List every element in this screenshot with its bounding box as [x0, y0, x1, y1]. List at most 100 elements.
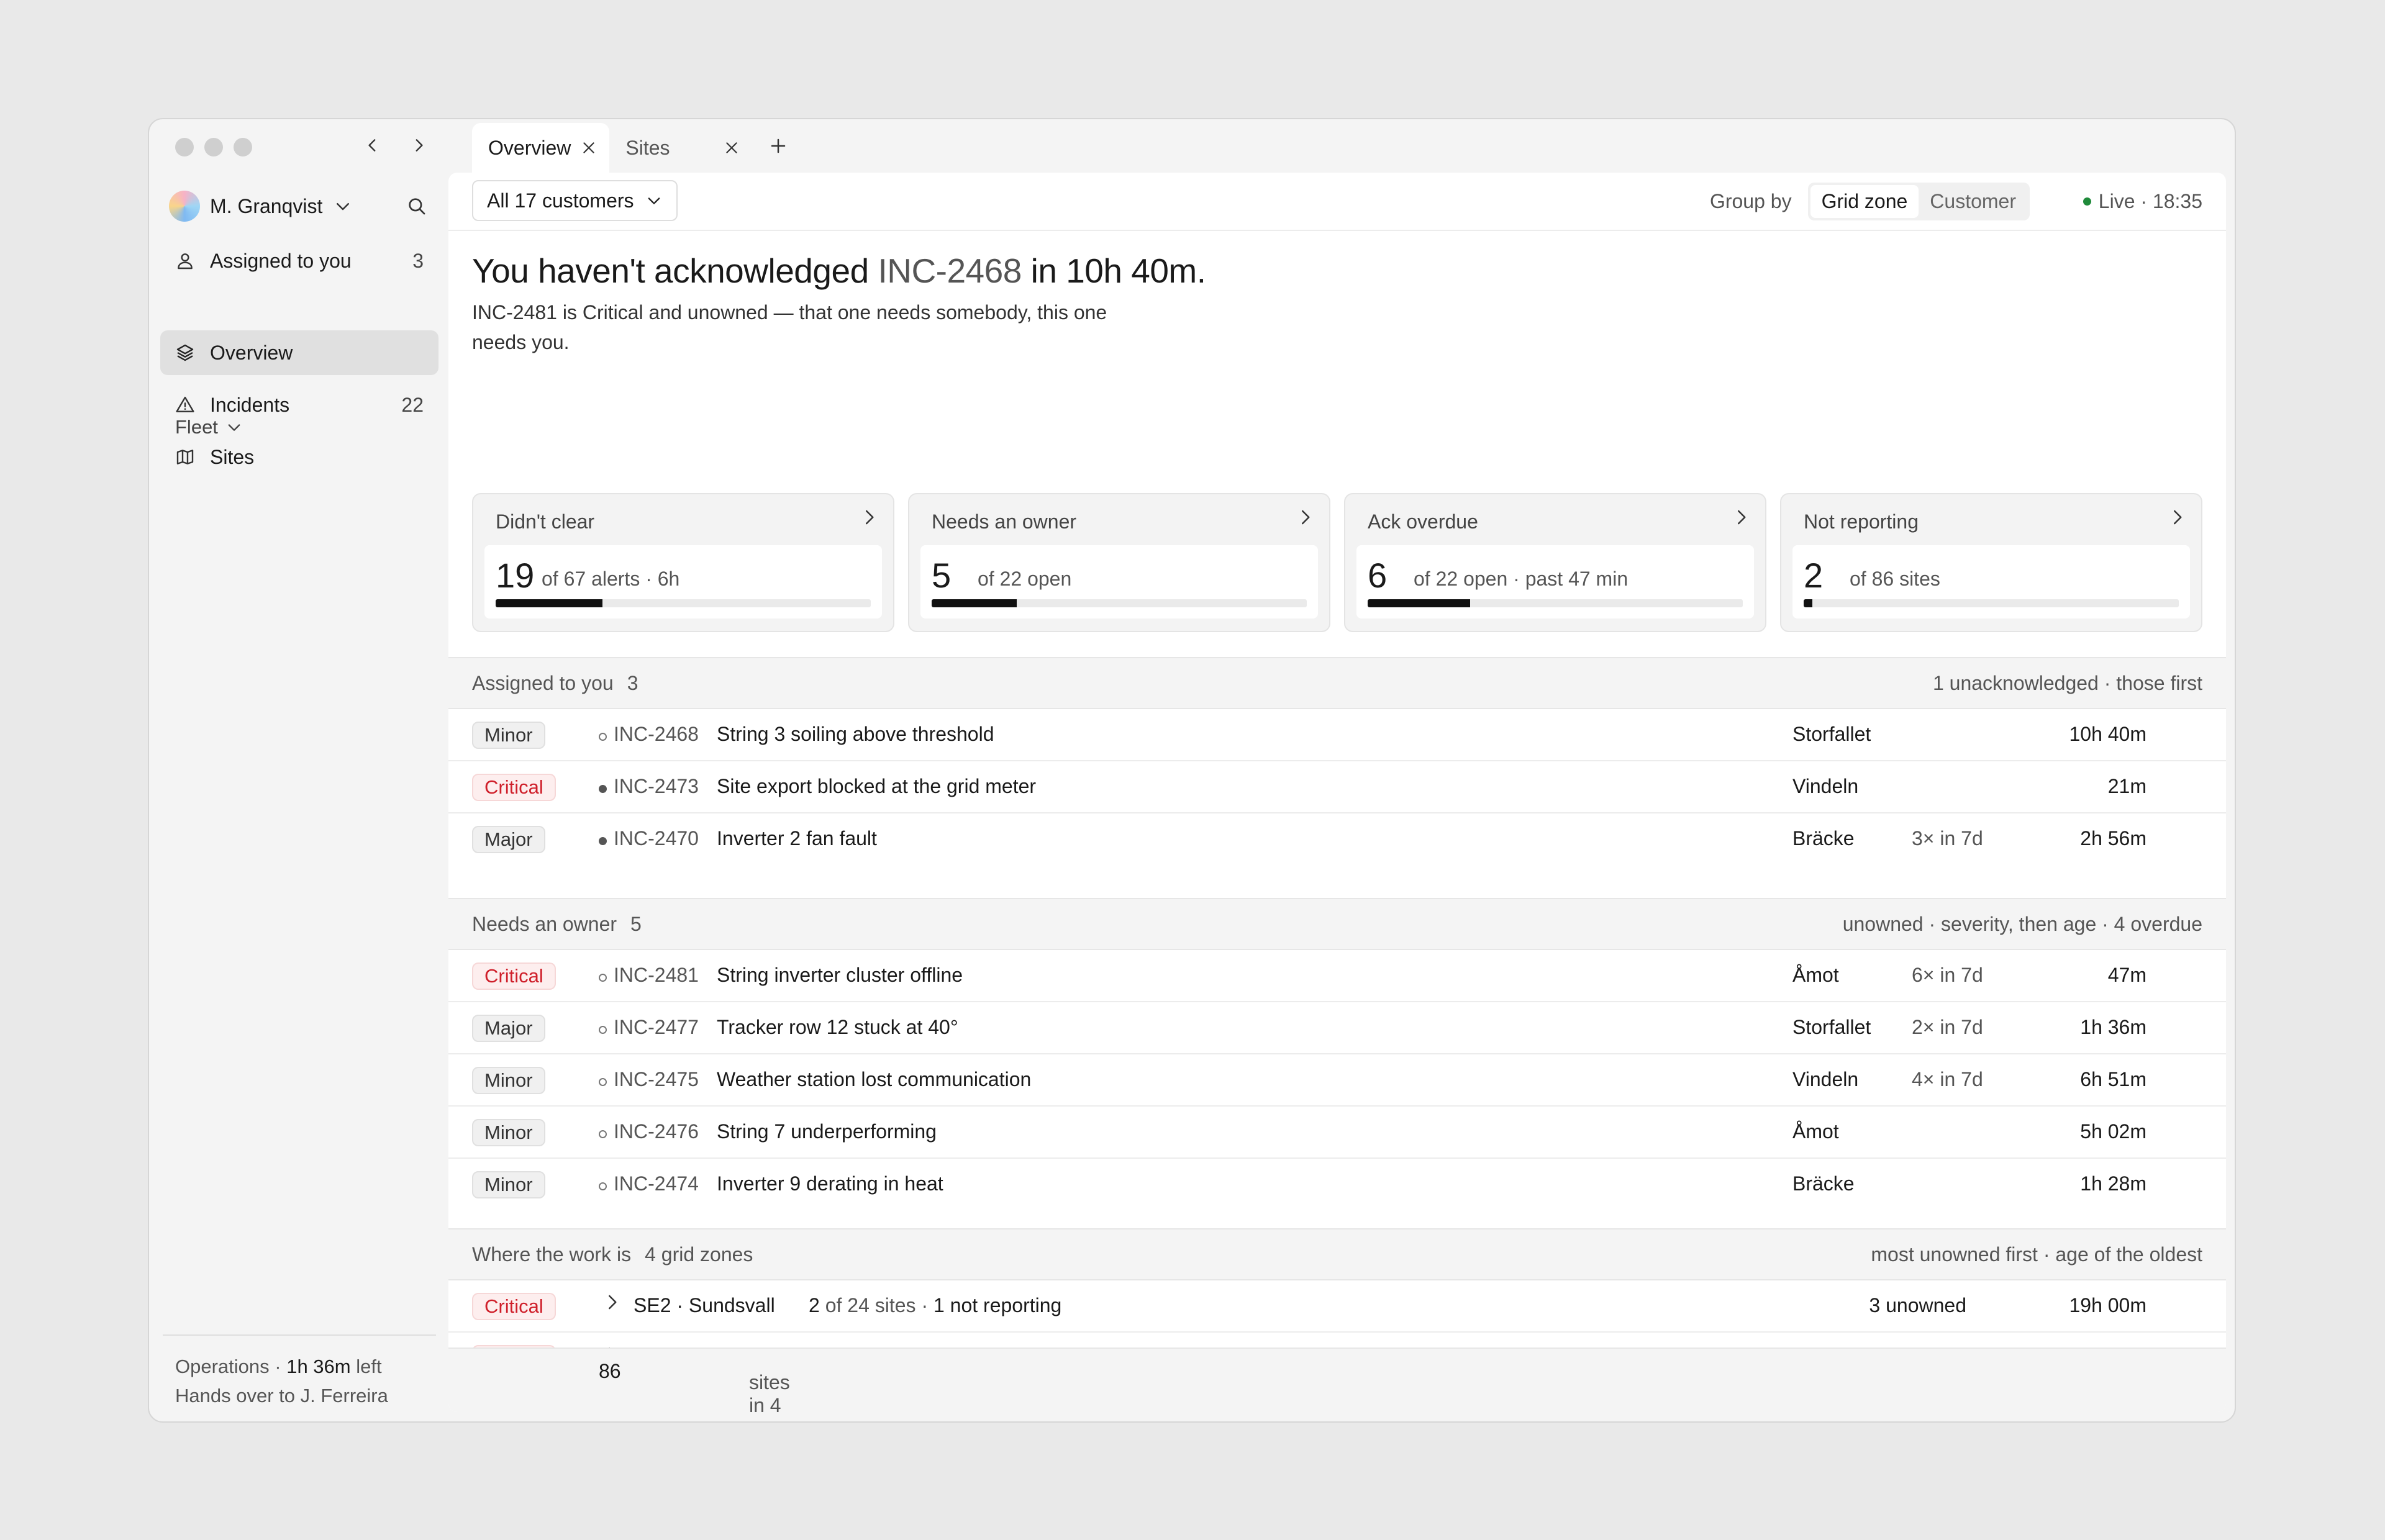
headline-incident-link[interactable]: INC-2468: [878, 251, 1022, 290]
section-count: 3: [627, 671, 638, 694]
sidebar-item-overview[interactable]: Overview: [160, 330, 438, 375]
app-window: M. Granqvist Assigned to you 3 Fleet Ove…: [148, 118, 2236, 1423]
window-controls: [175, 138, 252, 156]
incident-row[interactable]: Major INC-2477 Tracker row 12 stuck at 40°…: [448, 1002, 2226, 1054]
layers-icon: [176, 344, 194, 361]
sidebar-item-label: Assigned to you: [210, 249, 352, 272]
incident-frequency: 2× in 7d: [1912, 1016, 1983, 1038]
assigned-section: Assigned to you 3 1 unacknowledged · tho…: [448, 657, 2226, 866]
summary-card[interactable]: Needs an owner 5 of 22 open: [908, 493, 1330, 632]
card-title: Not reporting: [1804, 510, 1919, 533]
card-body: 2 of 86 sites: [1792, 545, 2190, 618]
live-status: Live · 18:35: [2083, 190, 2202, 213]
main-panel: All 17 customers Group by Grid zone Cust…: [448, 173, 2226, 1412]
forward-button[interactable]: [405, 132, 432, 159]
incident-age: 5h 02m: [2080, 1120, 2146, 1143]
chevron-right-icon: [2174, 510, 2182, 525]
tab-overview[interactable]: Overview: [472, 123, 610, 173]
severity-badge: Minor: [472, 1067, 545, 1094]
incident-title: String inverter cluster offline: [717, 964, 963, 986]
incident-id: INC-2470: [614, 827, 699, 849]
group-option-customer[interactable]: Customer: [1919, 185, 2027, 218]
incident-row[interactable]: Critical INC-2481 String inverter cluster …: [448, 950, 2226, 1002]
page-title: You haven't acknowledged INC-2468 in 10h…: [472, 251, 1206, 291]
zoom-window-button[interactable]: [234, 138, 252, 156]
section-note: most unowned first · age of the oldest: [1871, 1243, 2202, 1266]
search-icon[interactable]: [406, 196, 427, 217]
chevron-right-icon: [866, 510, 874, 525]
history-nav: [359, 132, 432, 159]
incident-row[interactable]: Major INC-2470 Inverter 2 fan fault Bräcke 3…: [448, 813, 2226, 866]
summary-card[interactable]: Ack overdue 6 of 22 open · past 47 min: [1344, 493, 1766, 632]
severity-badge: Major: [472, 826, 545, 853]
incident-row[interactable]: Critical INC-2473 Site export blocked at t…: [448, 761, 2226, 813]
sidebar-item-sites[interactable]: Sites: [160, 435, 438, 479]
section-count: 4 grid zones: [645, 1243, 753, 1266]
card-value: 19: [496, 556, 535, 595]
summary-cards: Didn't clear 19 of 67 alerts · 6h Needs an …: [472, 493, 2202, 632]
subtitle-text: is Critical and unowned — that one needs…: [472, 301, 1107, 353]
customer-filter[interactable]: All 17 customers: [472, 180, 678, 221]
ack-status-icon: [599, 1026, 607, 1034]
live-dot-icon: [2083, 197, 2091, 206]
headline-text-end: in 10h 40m.: [1021, 251, 1206, 290]
zones-footer: 86 sites in 4 zones: [448, 1348, 2226, 1412]
card-progress-bar: [496, 599, 871, 607]
sidebar-item-label: Overview: [210, 341, 293, 364]
card-value: 2: [1804, 556, 1824, 595]
ack-status-icon: [599, 837, 607, 845]
subtitle-incident-link[interactable]: INC-2481: [472, 301, 557, 324]
incident-age: 1h 28m: [2080, 1172, 2146, 1195]
incident-title: Inverter 9 derating in heat: [717, 1172, 943, 1195]
incident-title: String 7 underperforming: [717, 1120, 937, 1143]
incident-site: Vindeln: [1792, 775, 1859, 797]
incident-row[interactable]: Minor INC-2476 String 7 underperforming Åmo…: [448, 1107, 2226, 1159]
close-icon[interactable]: [581, 140, 597, 156]
incident-title: String 3 soiling above threshold: [717, 723, 994, 745]
sidebar-item-assigned[interactable]: Assigned to you 3: [160, 238, 438, 283]
back-button[interactable]: [359, 132, 386, 159]
expand-toggle[interactable]: [602, 1293, 621, 1316]
close-icon[interactable]: [724, 140, 740, 156]
card-detail: of 67 alerts · 6h: [542, 568, 680, 590]
card-value: 5: [932, 556, 952, 595]
severity-badge: Critical: [472, 774, 556, 801]
needs-owner-section: Needs an owner 5 unowned · severity, the…: [448, 898, 2226, 1211]
section-header: Assigned to you 3 1 unacknowledged · tho…: [448, 657, 2226, 709]
incident-age: 21m: [2107, 775, 2146, 797]
summary-card[interactable]: Not reporting 2 of 86 sites: [1780, 493, 2202, 632]
incident-row[interactable]: Minor INC-2475 Weather station lost commun…: [448, 1054, 2226, 1107]
zone-name: SE2 · Sundsvall: [634, 1294, 775, 1316]
section-note: unowned · severity, then age · 4 overdue: [1842, 912, 2202, 935]
card-title: Ack overdue: [1368, 510, 1478, 533]
incident-title: Tracker row 12 stuck at 40°: [717, 1016, 958, 1038]
card-progress-bar: [932, 599, 1307, 607]
zone-row[interactable]: Critical SE2 · Sundsvall 2 of 24 sites · 1…: [448, 1280, 2226, 1333]
incident-title: Site export blocked at the grid meter: [717, 775, 1037, 797]
new-tab-button[interactable]: [765, 132, 792, 160]
chevron-left-icon: [368, 139, 376, 152]
page-subtitle: INC-2481 is Critical and unowned — that …: [472, 297, 1130, 357]
avatar: [169, 191, 200, 222]
tab-sites[interactable]: Sites: [609, 123, 752, 173]
zone-detail: 2 of 24 sites · 1 not reporting: [809, 1294, 1061, 1317]
group-option-grid-zone[interactable]: Grid zone: [1810, 184, 1919, 218]
incident-row[interactable]: Minor INC-2468 String 3 soiling above thre…: [448, 709, 2226, 761]
chevron-right-icon: [1738, 510, 1746, 525]
shift-time-left: 1h 36m: [286, 1356, 351, 1377]
incident-site: Åmot: [1792, 1120, 1839, 1143]
tab-label: Sites: [625, 136, 670, 159]
zone-unowned: 3 unowned: [1869, 1294, 1966, 1316]
sidebar-item-incidents[interactable]: Incidents 22: [160, 383, 438, 427]
minimize-window-button[interactable]: [204, 138, 223, 156]
incident-age: 10h 40m: [2069, 723, 2146, 745]
chevron-down-icon: [337, 203, 350, 211]
incident-row[interactable]: Minor INC-2474 Inverter 9 derating in heat…: [448, 1159, 2226, 1211]
user-menu[interactable]: M. Granqvist: [169, 189, 430, 224]
ack-status-icon: [599, 1182, 607, 1190]
close-window-button[interactable]: [175, 138, 194, 156]
incident-age: 47m: [2107, 964, 2146, 986]
incident-site: Bräcke: [1792, 827, 1855, 849]
summary-card[interactable]: Didn't clear 19 of 67 alerts · 6h: [472, 493, 894, 632]
incident-age: 2h 56m: [2080, 827, 2146, 849]
